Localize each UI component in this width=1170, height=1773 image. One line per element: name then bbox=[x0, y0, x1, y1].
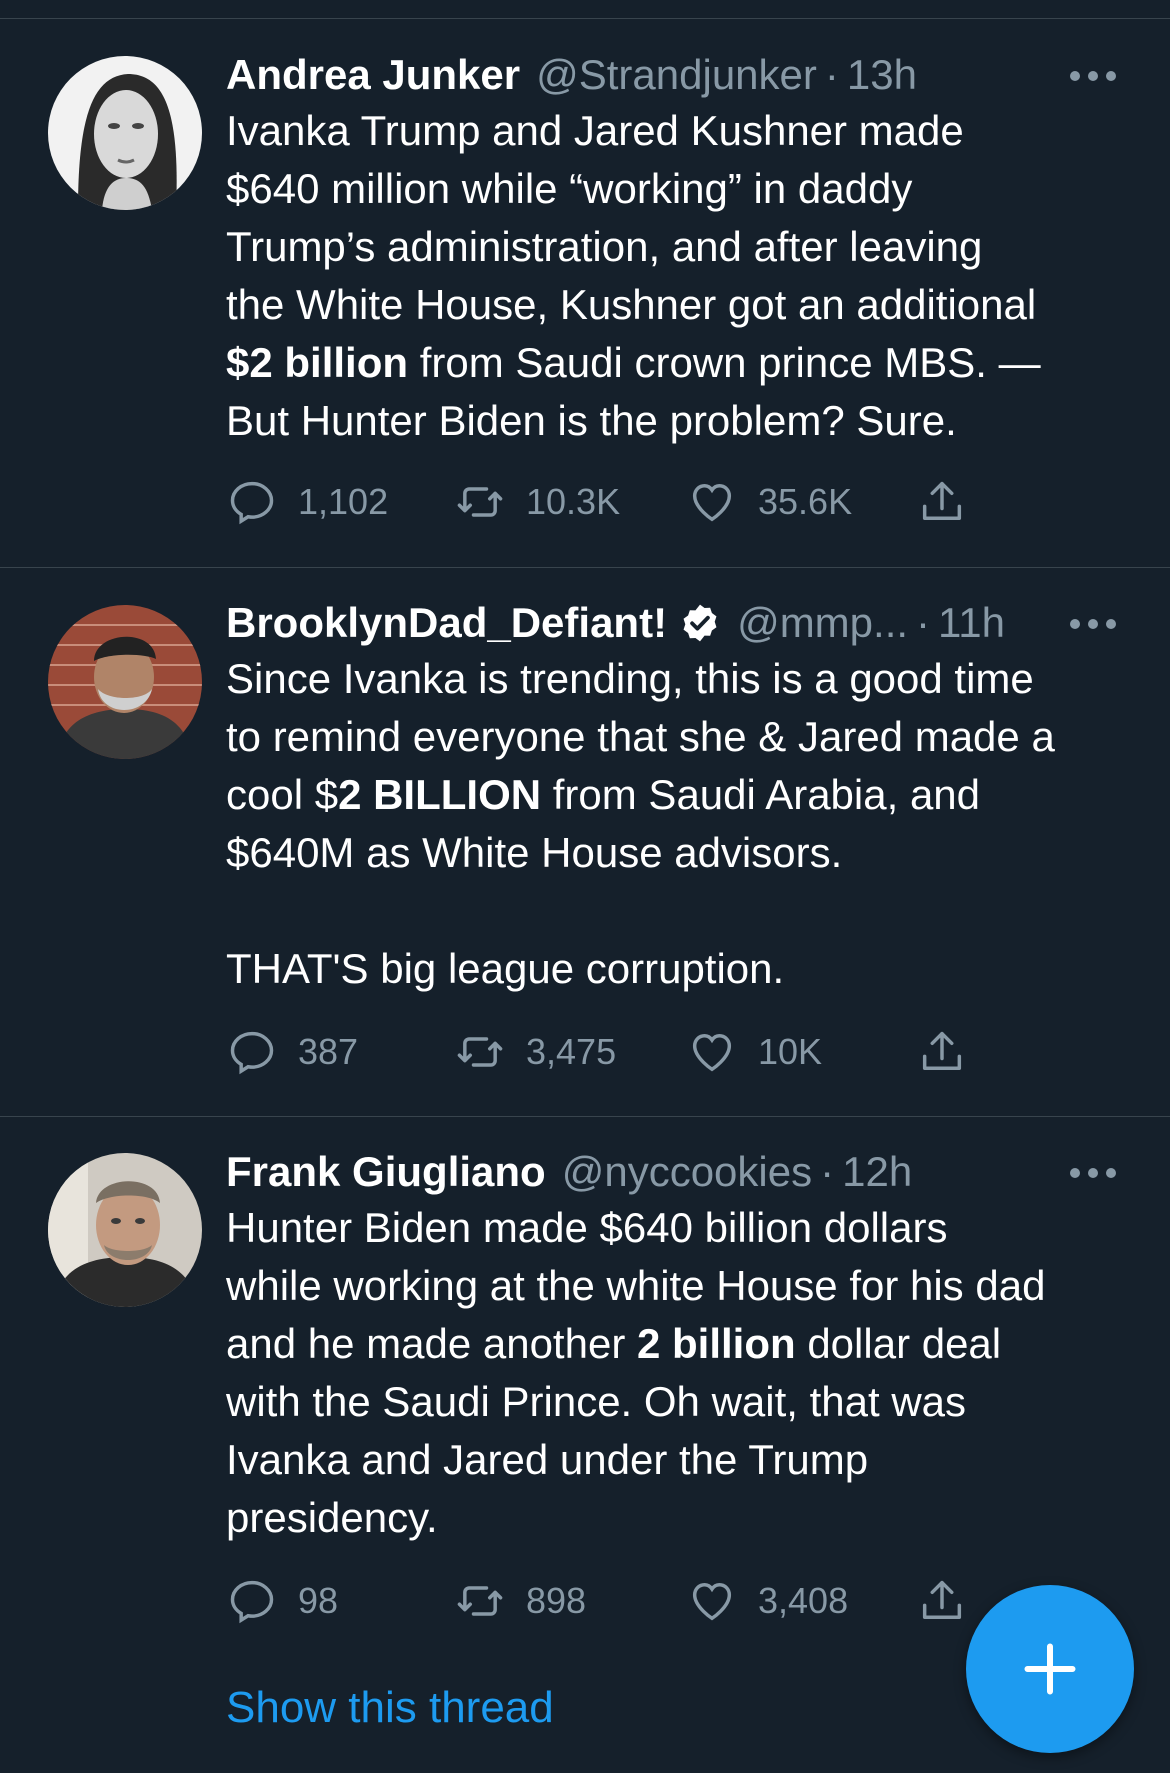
separator-dot: · bbox=[824, 51, 839, 98]
more-options-icon[interactable] bbox=[1070, 614, 1116, 634]
retweet-button[interactable]: 3,475 bbox=[454, 1024, 616, 1080]
tweet-text-bold: 2 billion bbox=[636, 1320, 796, 1367]
like-count: 35.6K bbox=[758, 481, 853, 522]
author-name[interactable]: Andrea Junker bbox=[226, 48, 520, 102]
timestamp[interactable]: 13h bbox=[847, 48, 917, 102]
share-button[interactable] bbox=[916, 1573, 968, 1629]
tweet-text: Ivanka Trump and Jared Kushner made $640… bbox=[226, 102, 1126, 450]
tweet-text-bold: $ bbox=[226, 339, 250, 386]
tweet-feed: Andrea Junker @Strandjunker · 13h Ivanka… bbox=[0, 0, 1170, 1773]
author-handle[interactable]: @mmp... bbox=[737, 596, 908, 650]
reply-icon bbox=[230, 1031, 274, 1075]
retweet-icon bbox=[457, 1586, 503, 1616]
author-handle[interactable]: @nyccookies bbox=[562, 1145, 812, 1199]
share-icon bbox=[922, 1031, 962, 1070]
author-name[interactable]: BrooklynDad_Defiant! bbox=[226, 596, 667, 650]
reply-icon bbox=[230, 1580, 274, 1624]
tweet-text: Hunter Biden made $640 billion dollars w… bbox=[226, 1199, 1126, 1547]
like-button[interactable]: 10K bbox=[686, 1024, 822, 1080]
reply-count: 98 bbox=[298, 1580, 339, 1621]
tweet-content: Andrea Junker @Strandjunker · 13h Ivanka… bbox=[226, 48, 1126, 450]
avatar[interactable] bbox=[48, 1153, 202, 1307]
heart-icon bbox=[692, 484, 732, 522]
plus-icon bbox=[1024, 1643, 1076, 1695]
reply-icon bbox=[230, 481, 274, 525]
avatar-woman-bw-icon bbox=[48, 56, 202, 210]
reply-count: 387 bbox=[298, 1031, 359, 1072]
heart-icon bbox=[692, 1583, 732, 1621]
retweet-button[interactable]: 898 bbox=[454, 1573, 586, 1629]
retweet-count: 898 bbox=[526, 1580, 587, 1621]
avatar[interactable] bbox=[48, 605, 202, 759]
tweet-content: Frank Giugliano @nyccookies · 12h Hunter… bbox=[226, 1145, 1126, 1547]
like-button[interactable]: 3,408 bbox=[686, 1573, 848, 1629]
tweet-text-part: Ivanka Trump and Jared Kushner made $640… bbox=[226, 107, 1037, 328]
reply-button[interactable]: 98 bbox=[226, 1573, 338, 1629]
divider bbox=[0, 1116, 1170, 1117]
share-button[interactable] bbox=[916, 474, 968, 530]
like-button[interactable]: 35.6K bbox=[686, 474, 852, 530]
tweet-actions: 387 3,475 10K bbox=[226, 1024, 986, 1080]
timestamp[interactable]: 12h bbox=[842, 1145, 912, 1199]
tweet-text: Since Ivanka is trending, this is a good… bbox=[226, 650, 1126, 998]
share-icon bbox=[922, 481, 962, 520]
verified-badge-icon bbox=[683, 604, 717, 642]
retweet-count: 3,475 bbox=[526, 1031, 617, 1072]
reply-button[interactable]: 1,102 bbox=[226, 474, 388, 530]
reply-count: 1,102 bbox=[298, 481, 389, 522]
reply-button[interactable]: 387 bbox=[226, 1024, 358, 1080]
tweet-text-bold: 2 BILLION bbox=[338, 771, 542, 818]
separator-dot: · bbox=[916, 599, 931, 646]
author-name[interactable]: Frank Giugliano bbox=[226, 1145, 546, 1199]
tweet-header: Frank Giugliano @nyccookies · 12h bbox=[226, 1145, 1126, 1199]
tweet-actions: 98 898 3,408 bbox=[226, 1573, 986, 1629]
avatar-man-selfie-icon bbox=[48, 1153, 202, 1307]
divider bbox=[0, 18, 1170, 19]
show-thread-link[interactable]: Show this thread bbox=[226, 1683, 554, 1733]
more-options-icon[interactable] bbox=[1070, 1163, 1116, 1183]
retweet-icon bbox=[457, 1037, 503, 1067]
separator-dot: · bbox=[820, 1148, 835, 1195]
share-icon bbox=[922, 1580, 962, 1619]
share-button[interactable] bbox=[916, 1024, 968, 1080]
avatar-man-beanie-icon bbox=[48, 605, 202, 759]
retweet-button[interactable]: 10.3K bbox=[454, 474, 620, 530]
heart-icon bbox=[692, 1034, 732, 1072]
timestamp[interactable]: 11h bbox=[938, 596, 1005, 650]
retweet-count: 10.3K bbox=[526, 481, 621, 522]
retweet-icon bbox=[457, 487, 503, 517]
tweet-header: Andrea Junker @Strandjunker · 13h bbox=[226, 48, 1126, 102]
tweet-header: BrooklynDad_Defiant! @mmp... · 11h bbox=[226, 596, 1126, 650]
compose-tweet-button[interactable] bbox=[966, 1585, 1134, 1753]
author-handle[interactable]: @Strandjunker bbox=[536, 48, 817, 102]
tweet-content: BrooklynDad_Defiant! @mmp... · 11h Since… bbox=[226, 596, 1126, 998]
avatar[interactable] bbox=[48, 56, 202, 210]
more-options-icon[interactable] bbox=[1070, 66, 1116, 86]
like-count: 10K bbox=[758, 1031, 823, 1072]
tweet-text-bold: 2 billion bbox=[249, 339, 409, 386]
divider bbox=[0, 567, 1170, 568]
tweet-actions: 1,102 10.3K 35.6K bbox=[226, 474, 986, 530]
like-count: 3,408 bbox=[758, 1580, 849, 1621]
